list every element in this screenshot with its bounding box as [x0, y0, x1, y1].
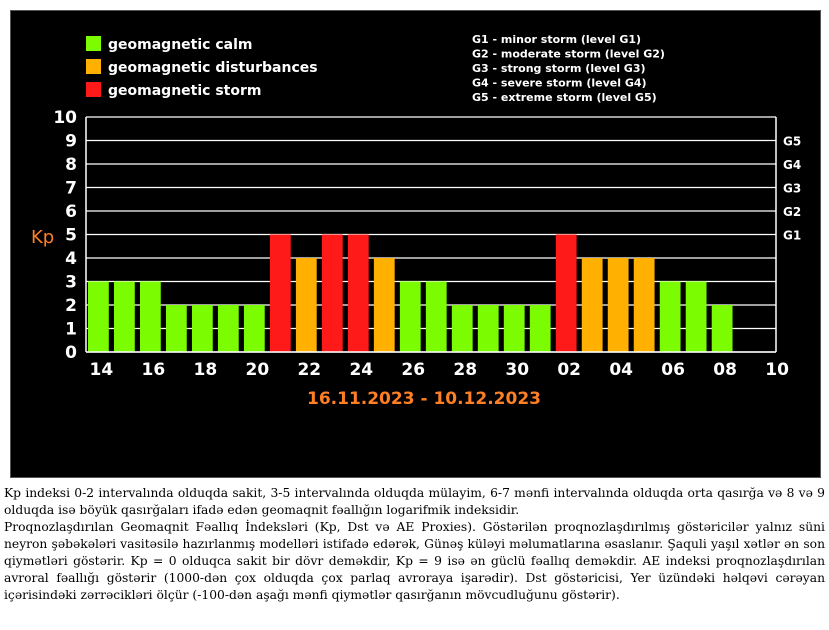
y-tick-label: 7: [65, 179, 77, 199]
description: Kp indeksi 0-2 intervalında olduqda saki…: [4, 485, 825, 604]
kp-bar: [347, 234, 369, 352]
kp-bar: [659, 281, 681, 352]
kp-bar: [425, 281, 447, 352]
x-tick-label: 08: [713, 360, 737, 380]
storm-level-tick: G3: [783, 182, 801, 196]
kp-bar: [165, 305, 187, 352]
storm-level-tick: G1: [783, 229, 801, 243]
kp-bar: [581, 258, 603, 352]
y-tick-label: 4: [65, 249, 77, 269]
legend-swatch: [86, 59, 101, 74]
y-tick-label: 8: [65, 155, 77, 175]
x-tick-label: 10: [765, 360, 789, 380]
kp-bar: [191, 305, 213, 352]
y-tick-label: 2: [65, 296, 77, 316]
description-paragraph-1: Kp indeksi 0-2 intervalında olduqda saki…: [4, 486, 825, 517]
x-tick-label: 20: [245, 360, 269, 380]
kp-bar: [399, 281, 421, 352]
kp-bar: [295, 258, 317, 352]
x-tick-label: 26: [401, 360, 425, 380]
kp-chart: geomagnetic calm geomagnetic disturbances…: [31, 33, 801, 409]
x-tick-label: 28: [453, 360, 477, 380]
legend: geomagnetic calm geomagnetic disturbances…: [86, 36, 318, 99]
kp-bar: [88, 281, 109, 352]
kp-bar: [555, 234, 577, 352]
storm-legend-item: G1 - minor storm (level G1): [472, 33, 641, 46]
y-tick-label: 0: [65, 343, 77, 363]
storm-legend-item: G5 - extreme storm (level G5): [472, 91, 657, 104]
kp-bar: [685, 281, 707, 352]
storm-level-tick: G2: [783, 205, 801, 219]
x-tick-label: 06: [661, 360, 685, 380]
kp-chart-panel: geomagnetic calm geomagnetic disturbances…: [10, 10, 821, 478]
storm-level-tick: G4: [783, 158, 801, 172]
description-paragraph-2: Proqnozlaşdırılan Geomaqnit Fəallıq İnde…: [4, 520, 825, 602]
kp-bar: [113, 281, 135, 352]
kp-bar: [503, 305, 525, 352]
y-tick-label: 6: [65, 202, 77, 222]
kp-bar: [373, 258, 395, 352]
x-tick-label: 16: [142, 360, 166, 380]
legend-swatch: [86, 82, 101, 97]
kp-bar: [607, 258, 629, 352]
storm-legend-item: G3 - strong storm (level G3): [472, 62, 646, 75]
y-tick-label: 5: [65, 226, 77, 246]
x-tick-label: 02: [557, 360, 581, 380]
kp-bar: [269, 234, 291, 352]
kp-bar: [243, 305, 265, 352]
legend-label: geomagnetic disturbances: [108, 60, 318, 76]
kp-bar: [217, 305, 239, 352]
kp-bar: [139, 281, 161, 352]
kp-bar: [711, 305, 733, 352]
x-tick-label: 18: [194, 360, 218, 380]
x-tick-label: 24: [349, 360, 373, 380]
x-tick-label: 22: [297, 360, 321, 380]
storm-level-tick: G5: [783, 135, 801, 149]
y-axis-label: Kp: [31, 227, 54, 248]
storm-level-legend: G1 - minor storm (level G1) G2 - moderate…: [472, 33, 665, 104]
storm-legend-item: G2 - moderate storm (level G2): [472, 48, 665, 61]
kp-bar: [321, 234, 343, 352]
kp-bar: [529, 305, 551, 352]
kp-bar: [633, 258, 655, 352]
kp-bar: [451, 305, 473, 352]
kp-bar: [477, 305, 499, 352]
legend-swatch: [86, 36, 101, 51]
y-tick-label: 10: [53, 108, 77, 128]
date-range: 16.11.2023 - 10.12.2023: [307, 389, 541, 409]
x-tick-label: 30: [505, 360, 529, 380]
x-tick-label: 14: [90, 360, 114, 380]
y-tick-label: 1: [65, 320, 77, 340]
x-tick-label: 04: [609, 360, 633, 380]
legend-label: geomagnetic calm: [108, 37, 252, 53]
y-tick-label: 9: [65, 132, 77, 152]
storm-legend-item: G4 - severe storm (level G4): [472, 77, 647, 90]
bars: [88, 234, 733, 352]
legend-label: geomagnetic storm: [108, 83, 261, 99]
y-tick-label: 3: [65, 273, 77, 293]
